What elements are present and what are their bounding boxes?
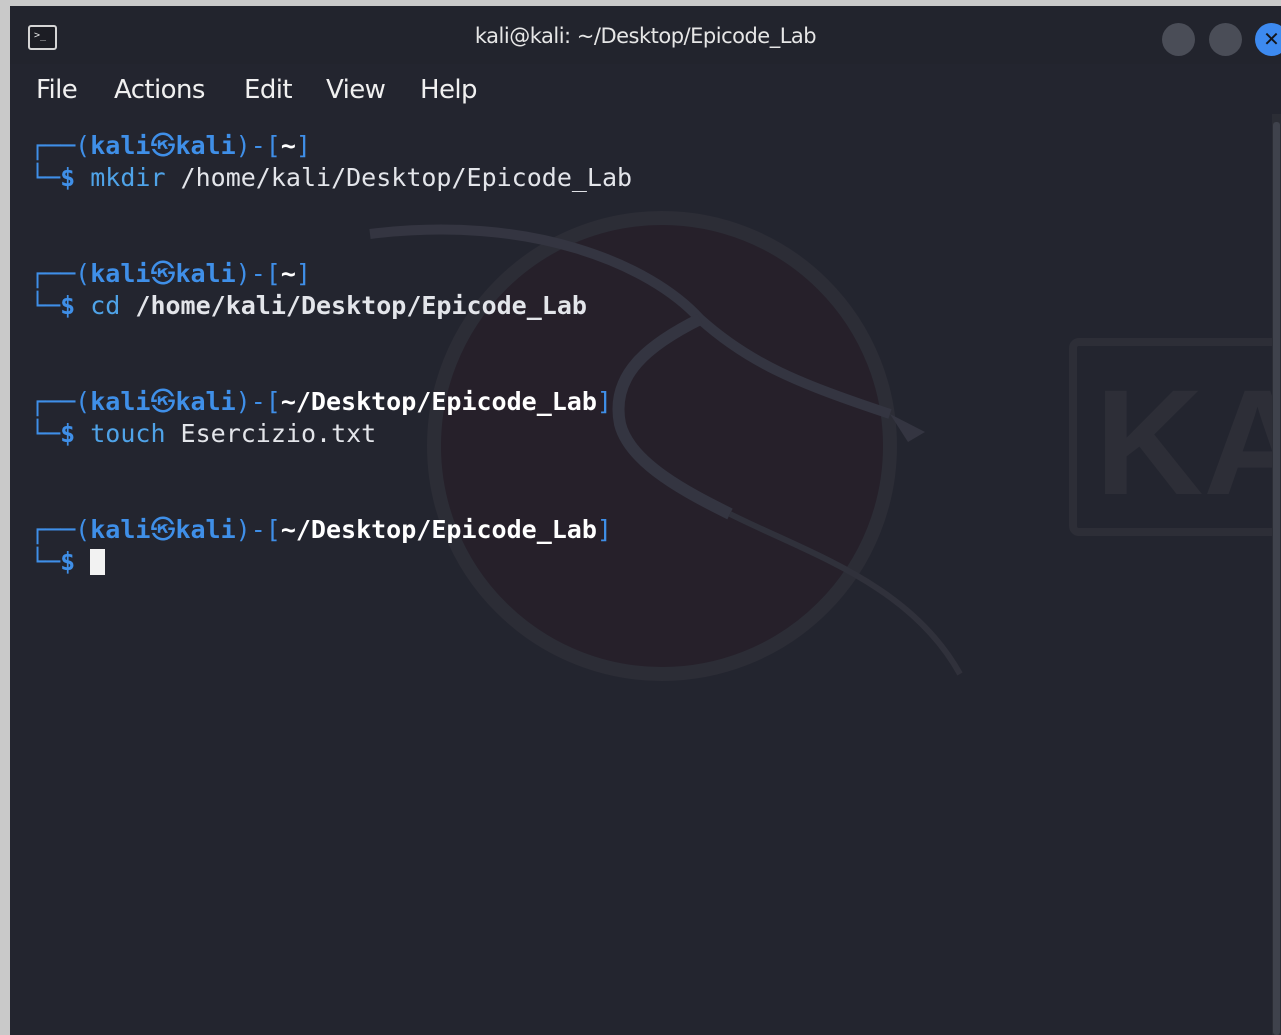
command-args: /home/kali/Desktop/Epicode_Lab (165, 163, 633, 192)
prompt-at-icon: ㉿ (150, 131, 176, 160)
prompt-dir: ~/Desktop/Epicode_Lab (280, 387, 597, 416)
prompt-host: kali (175, 131, 236, 160)
close-icon: ✕ (1263, 27, 1280, 51)
command-line-2: └─$ cd /home/kali/Desktop/Epicode_Lab (30, 291, 587, 320)
prompt-host: kali (175, 387, 236, 416)
menu-actions[interactable]: Actions (114, 75, 205, 105)
watermark-text: KALI (1095, 358, 1281, 526)
prompt-host: kali (175, 259, 236, 288)
command-args: /home/kali/Desktop/Epicode_Lab (120, 291, 587, 320)
prompt-line-3: ┌──(kali㉿kali)-[~/Desktop/Epicode_Lab] (30, 387, 612, 416)
command-name: touch (90, 419, 166, 448)
close-button[interactable]: ✕ (1255, 23, 1281, 56)
prompt-user: kali (90, 515, 151, 544)
prompt-symbol: $ (60, 163, 76, 192)
prompt-at-icon: ㉿ (150, 259, 176, 288)
prompt-user: kali (90, 387, 151, 416)
prompt-at-icon: ㉿ (150, 387, 176, 416)
maximize-button[interactable] (1209, 23, 1242, 56)
title-bar[interactable]: >_ kali@kali: ~/Desktop/Epicode_Lab ✕ (10, 6, 1281, 64)
command-name: mkdir (90, 163, 166, 192)
menu-file[interactable]: File (36, 75, 78, 105)
prompt-symbol: $ (60, 291, 76, 320)
prompt-dir: ~/Desktop/Epicode_Lab (280, 515, 597, 544)
prompt-line-4: ┌──(kali㉿kali)-[~/Desktop/Epicode_Lab] (30, 515, 612, 544)
minimize-button[interactable] (1162, 23, 1195, 56)
menu-help[interactable]: Help (420, 75, 477, 105)
window-title: kali@kali: ~/Desktop/Epicode_Lab (474, 24, 817, 48)
prompt-line-2: ┌──(kali㉿kali)-[~] (30, 259, 311, 288)
prompt-symbol: $ (60, 547, 76, 576)
scrollbar-thumb[interactable] (1273, 122, 1280, 1035)
prompt-dir: ~ (280, 131, 296, 160)
prompt-user: kali (90, 259, 151, 288)
prompt-dir: ~ (280, 259, 296, 288)
text-cursor (90, 549, 106, 575)
command-line-3: └─$ touch Esercizio.txt (30, 419, 377, 448)
prompt-at-icon: ㉿ (150, 515, 176, 544)
menu-edit[interactable]: Edit (244, 75, 293, 105)
prompt-user: kali (90, 131, 151, 160)
terminal-output[interactable]: KALI ┌──(kali㉿kali)-[~] └─$ mkdir /home/… (10, 114, 1281, 1035)
command-line-4[interactable]: └─$ (30, 546, 106, 578)
prompt-host: kali (175, 515, 236, 544)
prompt-symbol: $ (60, 419, 76, 448)
menu-bar: File Actions Edit View Help (10, 64, 1281, 114)
vertical-scrollbar[interactable] (1272, 114, 1281, 1035)
command-name: cd (90, 291, 121, 320)
kali-dragon-watermark: KALI (369, 211, 1281, 681)
command-line-1: └─$ mkdir /home/kali/Desktop/Epicode_Lab (30, 163, 633, 192)
terminal-window: >_ kali@kali: ~/Desktop/Epicode_Lab ✕ Fi… (10, 6, 1281, 1035)
prompt-line-1: ┌──(kali㉿kali)-[~] (30, 131, 311, 160)
menu-view[interactable]: View (326, 75, 386, 105)
command-args: Esercizio.txt (165, 419, 377, 448)
